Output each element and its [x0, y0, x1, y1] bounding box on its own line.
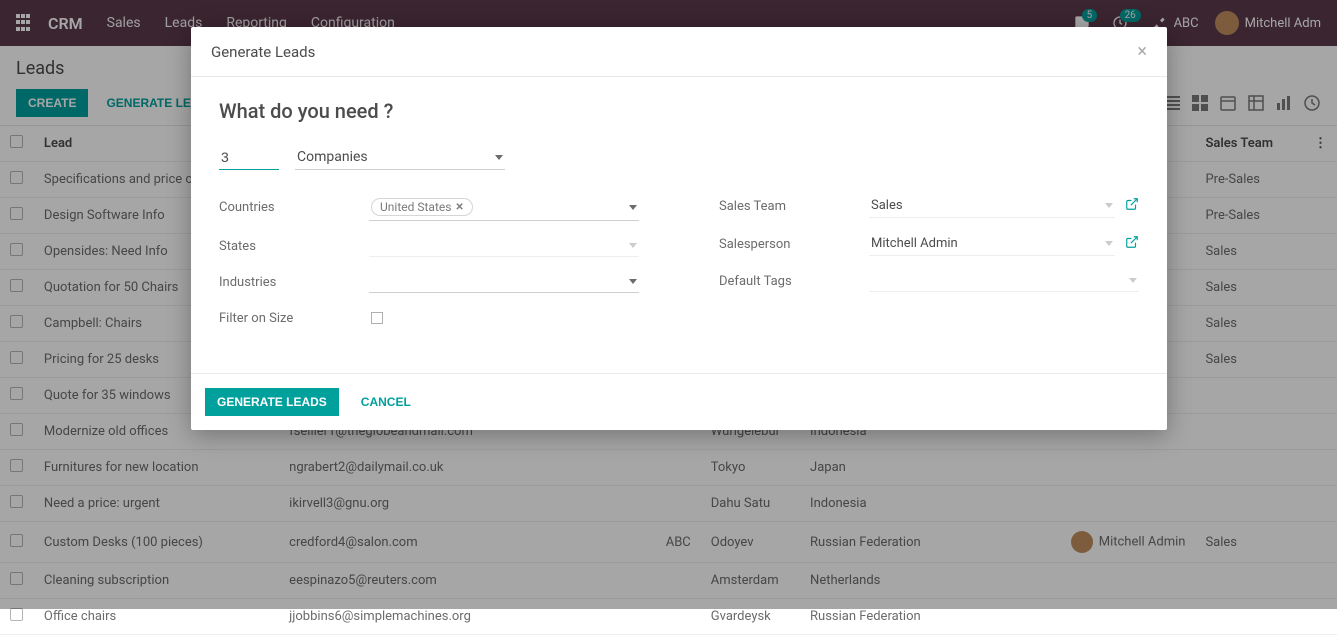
label-sales-team: Sales Team: [719, 199, 869, 214]
industries-input[interactable]: [369, 271, 639, 293]
row-checkbox[interactable]: [10, 608, 23, 621]
chevron-down-icon: [495, 155, 503, 160]
country-tag[interactable]: United States ✕: [371, 198, 473, 216]
generate-leads-submit[interactable]: Generate Leads: [205, 388, 339, 416]
filter-size-checkbox[interactable]: [371, 312, 383, 324]
salesperson-input[interactable]: Mitchell Admin: [869, 232, 1115, 256]
chevron-down-icon: [629, 279, 637, 284]
external-link-icon[interactable]: [1125, 235, 1139, 253]
label-salesperson: Salesperson: [719, 237, 869, 252]
sales-team-input[interactable]: Sales: [869, 194, 1115, 218]
states-input[interactable]: [369, 235, 639, 257]
label-default-tags: Default Tags: [719, 274, 869, 289]
label-states: States: [219, 239, 369, 254]
chevron-down-icon: [1105, 241, 1113, 246]
countries-input[interactable]: United States ✕: [369, 194, 639, 221]
label-industries: Industries: [219, 275, 369, 290]
close-icon[interactable]: ×: [1137, 41, 1147, 62]
chevron-down-icon: [629, 205, 637, 210]
chevron-down-icon: [1105, 203, 1113, 208]
lead-type-label: Companies: [297, 149, 495, 165]
generate-leads-modal: Generate Leads × What do you need ? Comp…: [191, 27, 1167, 430]
chevron-down-icon: [629, 243, 637, 248]
tag-remove-icon[interactable]: ✕: [455, 202, 463, 213]
filter-size-field: [369, 307, 639, 329]
modal-title: Generate Leads: [211, 43, 315, 61]
modal-heading: What do you need ?: [219, 99, 1139, 123]
external-link-icon[interactable]: [1125, 197, 1139, 215]
lead-type-select[interactable]: Companies: [295, 145, 505, 170]
label-countries: Countries: [219, 200, 369, 215]
label-filter-size: Filter on Size: [219, 311, 369, 326]
lead-count-input[interactable]: [219, 145, 279, 170]
default-tags-input[interactable]: [869, 270, 1139, 292]
chevron-down-icon: [1129, 278, 1137, 283]
cancel-button[interactable]: Cancel: [349, 388, 423, 416]
